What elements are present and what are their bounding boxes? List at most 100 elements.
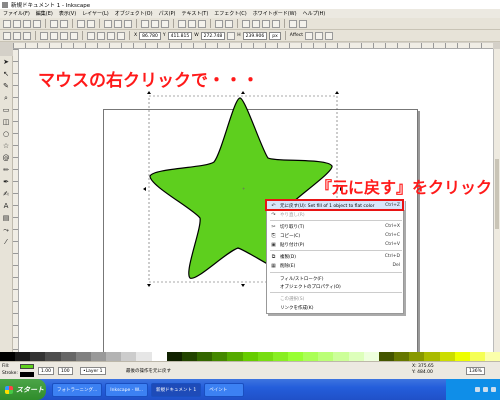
- vertical-scrollbar[interactable]: [493, 49, 500, 352]
- palette-swatch[interactable]: [257, 352, 273, 361]
- select-all-layers-button[interactable]: [13, 31, 21, 40]
- palette-swatch[interactable]: [363, 352, 379, 361]
- spiral-tool-icon[interactable]: @: [2, 154, 11, 163]
- clone-button[interactable]: [188, 19, 196, 28]
- stroke-width-field[interactable]: 1.00: [38, 367, 55, 375]
- zoom-field[interactable]: 136%: [466, 367, 485, 375]
- flip-vertical-button[interactable]: [70, 31, 78, 40]
- menu-path[interactable]: パス(P): [159, 10, 176, 17]
- task-button[interactable]: フォトラーニング...: [52, 382, 103, 397]
- pencil-tool-icon[interactable]: ✏: [2, 166, 11, 175]
- palette-swatch[interactable]: [60, 352, 76, 361]
- import-button[interactable]: [50, 19, 58, 28]
- rotate-ccw-button[interactable]: [40, 31, 48, 40]
- box-3d-tool-icon[interactable]: ◫: [2, 118, 11, 127]
- menu-item-select-this[interactable]: この選択(S): [267, 294, 405, 303]
- palette-swatch[interactable]: [303, 352, 319, 361]
- h-field[interactable]: 239.906: [242, 31, 268, 40]
- menu-item-copy[interactable]: ⎘ コピー(C) Ctrl+C: [267, 231, 405, 240]
- palette-swatch[interactable]: [439, 352, 455, 361]
- palette-swatch[interactable]: [378, 352, 395, 361]
- palette-swatch[interactable]: [151, 352, 167, 361]
- affect-stroke-button[interactable]: [304, 31, 313, 40]
- palette-swatch[interactable]: [0, 352, 16, 361]
- affect-corners-button[interactable]: [314, 31, 323, 40]
- text-font-button[interactable]: [252, 19, 260, 28]
- menu-item-cut[interactable]: ✂ 切り取り(T) Ctrl+X: [267, 222, 405, 231]
- palette-swatch[interactable]: [318, 352, 334, 361]
- menu-item-paste[interactable]: ▣ 貼り付け(P) Ctrl+V: [267, 240, 405, 249]
- menu-view[interactable]: 表示(V): [59, 10, 76, 17]
- unlink-clone-button[interactable]: [198, 19, 206, 28]
- cut-toolbar-button[interactable]: [114, 19, 122, 28]
- menu-item-delete[interactable]: ▦ 削除(E) Del: [267, 261, 405, 270]
- palette-swatch[interactable]: [181, 352, 198, 361]
- flip-horizontal-button[interactable]: [60, 31, 68, 40]
- tray-icon[interactable]: [475, 387, 480, 392]
- pen-tool-icon[interactable]: ✒: [2, 178, 11, 187]
- palette-swatch[interactable]: [121, 352, 137, 361]
- x-field[interactable]: 86.780: [139, 31, 161, 40]
- palette-swatch[interactable]: [272, 352, 288, 361]
- palette-swatch[interactable]: [227, 352, 243, 361]
- zoom-page-button[interactable]: [161, 19, 169, 28]
- opacity-field[interactable]: 100: [58, 367, 73, 375]
- palette-swatch[interactable]: [409, 352, 425, 361]
- menu-whiteboard[interactable]: ホワイトボード(W): [253, 10, 297, 17]
- tweak-tool-icon[interactable]: ✎: [2, 82, 11, 91]
- xml-editor-button[interactable]: [262, 19, 270, 28]
- color-palette[interactable]: [0, 352, 500, 361]
- lower-to-bottom-button[interactable]: [117, 31, 125, 40]
- menu-layer[interactable]: レイヤー(L): [82, 10, 109, 17]
- selector-tool-icon[interactable]: ➤: [2, 58, 11, 67]
- unit-select[interactable]: px: [269, 31, 281, 40]
- palette-swatch[interactable]: [424, 352, 440, 361]
- select-all-button[interactable]: [3, 31, 11, 40]
- menu-item-create-link[interactable]: リンクを作成(K): [267, 303, 405, 312]
- palette-swatch[interactable]: [212, 352, 228, 361]
- palette-swatch[interactable]: [30, 352, 46, 361]
- layer-select[interactable]: •Layer 1: [80, 367, 106, 375]
- deselect-button[interactable]: [23, 31, 31, 40]
- align-distribute-button[interactable]: [272, 19, 280, 28]
- new-document-button[interactable]: [3, 19, 11, 28]
- rotate-cw-button[interactable]: [50, 31, 58, 40]
- connector-tool-icon[interactable]: ⤳: [2, 226, 11, 235]
- undo-toolbar-button[interactable]: [77, 19, 85, 28]
- palette-swatch[interactable]: [197, 352, 213, 361]
- palette-swatch[interactable]: [242, 352, 258, 361]
- export-button[interactable]: [60, 19, 68, 28]
- raise-to-top-button[interactable]: [87, 31, 95, 40]
- palette-swatch[interactable]: [287, 352, 304, 361]
- group-button[interactable]: [215, 19, 223, 28]
- palette-swatch[interactable]: [106, 352, 122, 361]
- palette-swatch[interactable]: [45, 352, 61, 361]
- affect-gradient-button[interactable]: [324, 31, 333, 40]
- gradient-tool-icon[interactable]: ▤: [2, 214, 11, 223]
- menu-text[interactable]: テキスト(T): [181, 10, 208, 17]
- palette-swatch[interactable]: [15, 352, 31, 361]
- dropper-tool-icon[interactable]: ⁄: [2, 238, 11, 247]
- menu-edit[interactable]: 編集(E): [36, 10, 53, 17]
- menu-help[interactable]: ヘルプ(H): [303, 10, 326, 17]
- palette-swatch[interactable]: [90, 352, 107, 361]
- palette-swatch[interactable]: [75, 352, 91, 361]
- drawing-canvas[interactable]: [19, 49, 493, 391]
- menu-effect[interactable]: エフェクト(C): [214, 10, 246, 17]
- ellipse-tool-icon[interactable]: ○: [2, 130, 11, 139]
- menu-item-duplicate[interactable]: ⧉ 複製(D) Ctrl+D: [267, 252, 405, 261]
- palette-swatch[interactable]: [333, 352, 349, 361]
- open-button[interactable]: [13, 19, 21, 28]
- duplicate-toolbar-button[interactable]: [178, 19, 186, 28]
- ungroup-button[interactable]: [225, 19, 233, 28]
- document-properties-button[interactable]: [299, 19, 307, 28]
- palette-swatch[interactable]: [348, 352, 364, 361]
- menu-file[interactable]: ファイル(F): [3, 10, 30, 17]
- lower-button[interactable]: [107, 31, 115, 40]
- task-button[interactable]: Inkscape - W...: [105, 382, 148, 397]
- palette-swatch[interactable]: [136, 352, 152, 361]
- w-field[interactable]: 272.748: [200, 31, 226, 40]
- node-tool-icon[interactable]: ↖: [2, 70, 11, 79]
- palette-swatch[interactable]: [394, 352, 410, 361]
- stroke-swatch[interactable]: [20, 372, 34, 377]
